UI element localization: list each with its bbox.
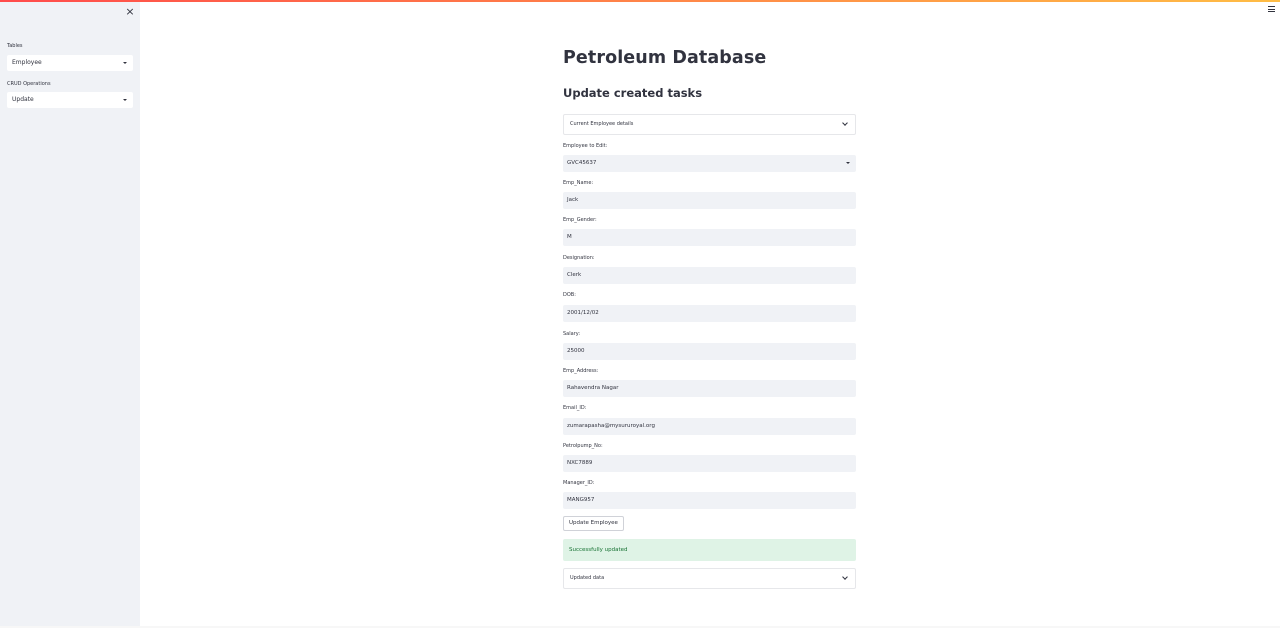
caret-down-icon [123, 62, 127, 64]
crud-select-value: Update [12, 96, 34, 103]
crud-operations-label: CRUD Operations [7, 81, 51, 87]
hamburger-menu-icon[interactable] [1268, 6, 1275, 12]
salary-label: Salary: [563, 331, 581, 337]
current-employee-expander[interactable]: Current Employee details [563, 114, 856, 135]
chevron-down-icon [842, 120, 848, 126]
emp-name-input[interactable]: Jack [563, 192, 856, 209]
tables-select[interactable]: Employee [7, 55, 133, 71]
caret-down-icon [846, 162, 850, 164]
manager-id-input[interactable]: MANG957 [563, 492, 856, 509]
email-id-label: Email_ID: [563, 405, 587, 411]
designation-input[interactable]: Clerk [563, 267, 856, 284]
emp-gender-label: Emp_Gender: [563, 217, 597, 223]
sidebar: × Tables Employee CRUD Operations Update [0, 2, 140, 628]
email-id-input[interactable]: zumarapasha@mysururoyal.org [563, 418, 856, 435]
expander-label: Current Employee details [570, 121, 634, 127]
emp-address-label: Emp_Address: [563, 368, 599, 374]
petrolpump-no-input[interactable]: NXC7889 [563, 455, 856, 472]
dob-label: DOB: [563, 292, 576, 298]
manager-id-label: Manager_ID: [563, 480, 595, 486]
chevron-down-icon [842, 574, 848, 580]
employee-to-edit-value: GVC45637 [567, 160, 597, 166]
update-employee-button[interactable]: Update Employee [563, 516, 624, 531]
emp-address-input[interactable]: Rahavendra Nagar [563, 380, 856, 397]
employee-to-edit-select[interactable]: GVC45637 [563, 155, 856, 172]
updated-data-expander[interactable]: Updated data [563, 568, 856, 589]
caret-down-icon [123, 99, 127, 101]
petrolpump-no-label: Petrolpump_No: [563, 443, 603, 449]
tables-select-value: Employee [12, 59, 42, 66]
salary-input[interactable]: 25000 [563, 343, 856, 360]
dob-input[interactable]: 2001/12/02 [563, 305, 856, 322]
crud-operations-select[interactable]: Update [7, 92, 133, 108]
page-title: Petroleum Database [563, 48, 767, 68]
designation-label: Designation: [563, 255, 595, 261]
close-sidebar-icon[interactable]: × [124, 6, 136, 18]
section-subtitle: Update created tasks [563, 86, 703, 100]
tables-label: Tables [7, 43, 23, 49]
expander-label: Updated data [570, 575, 605, 581]
emp-name-label: Emp_Name: [563, 180, 594, 186]
top-decoration-bar [0, 0, 1280, 2]
emp-gender-input[interactable]: M [563, 229, 856, 246]
employee-to-edit-label: Employee to Edit: [563, 143, 608, 149]
success-alert: Successfully updated [563, 539, 856, 561]
